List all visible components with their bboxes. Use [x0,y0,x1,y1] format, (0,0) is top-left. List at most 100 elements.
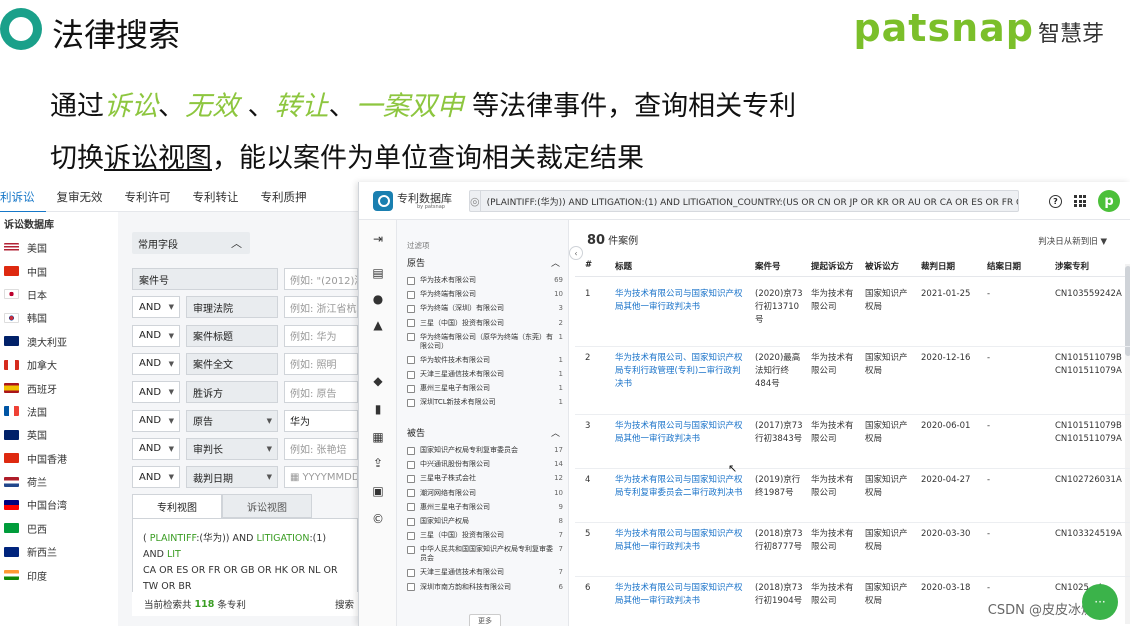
checkbox[interactable] [407,545,415,554]
tab-litigation-view[interactable]: 诉讼视图 [222,494,312,518]
document-icon[interactable]: ▤ [371,266,385,280]
operator-select[interactable]: AND [132,324,180,347]
plaintiff-filter-item[interactable]: 三星（中国）投资有限公司 2 [407,319,563,328]
database-item[interactable]: 中国 [4,259,67,282]
defendant-filter-item[interactable]: 潮河网络有限公司 10 [407,489,563,498]
checkbox[interactable] [407,460,415,469]
field-select[interactable]: 裁判日期 [186,466,278,489]
column-header[interactable]: 被诉讼方 [865,260,899,272]
export-icon[interactable]: ⇪ [371,456,385,470]
scrollbar-thumb[interactable] [1125,266,1130,356]
checkbox[interactable] [407,290,415,299]
defendant-filter-item[interactable]: 天津三星通信技术有限公司 7 [407,568,563,577]
column-header[interactable]: 标题 [615,260,632,272]
operator-select[interactable]: AND [132,409,180,432]
result-title[interactable]: 华为技术有限公司与国家知识产权局其他一审行政判决书 [615,582,743,608]
column-header[interactable]: 结案日期 [987,260,1021,272]
copyright-icon[interactable]: © [371,512,385,526]
field-input[interactable]: ▦ YYYYMMDD [284,466,358,489]
tab-reexam-invalid[interactable]: 复审无效 [46,189,114,205]
checkbox[interactable] [407,370,415,379]
column-header[interactable]: # [585,260,592,270]
operator-select[interactable]: AND [132,352,180,375]
database-item[interactable]: 中国台湾 [4,493,67,516]
checkbox[interactable] [407,398,415,407]
checkbox[interactable] [407,531,415,540]
plaintiff-filter-item[interactable]: 惠州三星电子有限公司 1 [407,384,563,393]
operator-select[interactable]: AND [132,296,180,319]
defendant-filter-item[interactable]: 三星电子株式会社 12 [407,474,563,483]
database-item[interactable]: 中国香港 [4,447,67,470]
defendant-filter-item[interactable]: 中华人民共和国国家知识产权局专利复审委员会 7 [407,545,563,563]
plaintiff-filter-item[interactable]: 华为终端有限公司 10 [407,290,563,299]
chevron-up-icon[interactable]: ︿ [551,256,560,269]
chat-button[interactable]: ··· [1082,584,1118,620]
field-select[interactable]: 案件全文 [186,352,278,375]
database-item[interactable]: 英国 [4,423,67,446]
checkbox[interactable] [407,384,415,393]
clock-icon[interactable]: ● [371,292,385,306]
operator-select[interactable]: AND [132,466,180,489]
column-header[interactable]: 提起诉讼方 [811,260,854,272]
field-input[interactable]: 例如: 张艳培 [284,437,358,460]
field-input[interactable]: 例如: 照明 [284,352,358,375]
field-select[interactable]: 审理法院 [186,296,278,319]
search-button[interactable]: 搜索 [335,597,354,611]
field-input[interactable]: 例如: "(2012)浙 [284,268,358,290]
database-item[interactable]: 加拿大 [4,353,67,376]
query-search-bar[interactable]: ◎ (PLAINTIFF:(华为)) AND LITIGATION:(1) AN… [469,190,1019,212]
defendant-filter-item[interactable]: 深圳市南方韵和科技有限公司 6 [407,583,563,592]
more-button[interactable]: 更多 [469,614,501,626]
field-select[interactable]: 案件标题 [186,324,278,347]
tab-license[interactable]: 专利许可 [114,189,182,205]
result-title[interactable]: 华为技术有限公司、国家知识产权局专利行政管理(专利)二审行政判决书 [615,352,743,391]
app-logo-icon[interactable] [373,191,393,211]
checkbox[interactable] [407,568,415,577]
help-icon[interactable]: ? [1049,194,1062,208]
plaintiff-filter-item[interactable]: 华为终端有限公司（原华为终端（东莞）有限公司） 1 [407,333,563,351]
checkbox[interactable] [407,319,415,328]
apps-grid-icon[interactable] [1074,195,1086,207]
plaintiff-filter-item[interactable]: 华为终端（深圳）有限公司 3 [407,304,563,313]
database-item[interactable]: 日本 [4,283,67,306]
tab-litigation[interactable]: 利诉讼 [0,189,46,213]
sort-dropdown[interactable]: 判决日从新到旧 ▼ [1038,235,1107,247]
checkbox[interactable] [407,356,415,365]
field-input[interactable]: 华为 [284,409,358,432]
checkbox[interactable] [407,474,415,483]
database-item[interactable]: 西班牙 [4,376,67,399]
bar-chart-icon[interactable]: ▮ [371,402,385,416]
column-header[interactable]: 涉案专利 [1055,260,1089,272]
database-item[interactable]: 巴西 [4,517,67,540]
blocks-icon[interactable]: ▦ [371,430,385,444]
field-input[interactable]: 例如: 浙江省杭 [284,296,358,319]
field-select[interactable]: 胜诉方 [186,381,278,404]
result-title[interactable]: 华为技术有限公司与国家知识产权局其他一审行政判决书 [615,420,743,446]
field-select[interactable]: 案件号 [132,268,278,290]
mountain-icon[interactable]: ▲ [371,318,385,332]
field-select[interactable]: 审判长 [186,437,278,460]
defendant-filter-item[interactable]: 三星（中国）投资有限公司 7 [407,531,563,540]
database-item[interactable]: 印度 [4,563,67,586]
defendant-filter-item[interactable]: 惠州三星电子有限公司 9 [407,503,563,512]
chevron-up-icon[interactable]: ︿ [551,426,560,439]
field-select[interactable]: 原告 [186,409,278,432]
checkbox[interactable] [407,583,415,592]
query-preview[interactable]: ( PLAINTIFF:(华为)) AND LITIGATION:(1) AND… [132,518,358,598]
checkbox[interactable] [407,489,415,498]
defendant-filter-item[interactable]: 中兴通讯股份有限公司 14 [407,460,563,469]
settings-doc-icon[interactable]: ▣ [371,484,385,498]
tab-pledge[interactable]: 专利质押 [250,189,318,205]
plaintiff-filter-item[interactable]: 深圳TCL新技术有限公司 1 [407,398,563,407]
result-title[interactable]: 华为技术有限公司与国家知识产权局其他一审行政判决书 [615,288,743,314]
database-item[interactable]: 美国 [4,236,67,259]
plaintiff-filter-item[interactable]: 华为技术有限公司 69 [407,276,563,285]
tab-transfer[interactable]: 专利转让 [182,189,250,205]
column-header[interactable]: 裁判日期 [921,260,955,272]
field-input[interactable]: 例如: 华为 [284,324,358,347]
operator-select[interactable]: AND [132,437,180,460]
result-title[interactable]: 华为技术有限公司与国家知识产权局其他一审行政判决书 [615,528,743,554]
defendant-filter-item[interactable]: 国家知识产权局 8 [407,517,563,526]
checkbox[interactable] [407,333,415,342]
expand-menu-icon[interactable]: ⇥ [371,232,385,246]
